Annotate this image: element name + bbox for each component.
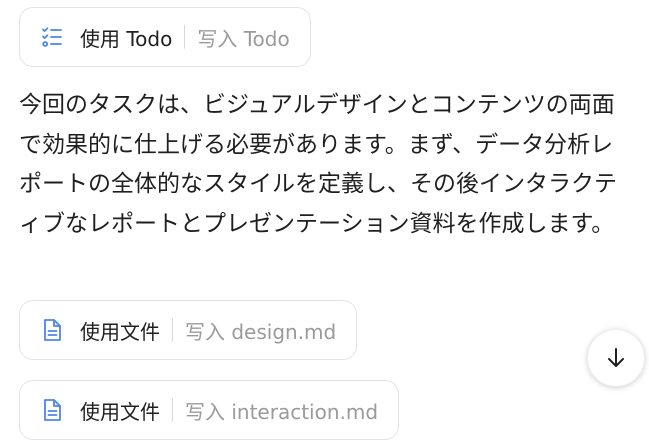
chip-divider xyxy=(184,25,186,49)
checklist-icon xyxy=(40,25,64,49)
chip-divider xyxy=(172,318,173,342)
arrow-down-icon xyxy=(608,348,624,367)
file-tool-chip-design[interactable]: 使用文件 写入 design.md xyxy=(19,300,358,360)
tool-label: 使用 Todo xyxy=(80,26,173,51)
target-label: 写入 Todo xyxy=(197,26,290,51)
scroll-to-bottom-button[interactable] xyxy=(587,329,645,387)
chip-divider xyxy=(172,398,173,422)
tool-label: 使用文件 xyxy=(80,319,160,344)
tool-label: 使用文件 xyxy=(80,399,160,424)
document-icon xyxy=(40,398,64,422)
target-label: 写入 design.md xyxy=(185,319,337,344)
todo-tool-chip[interactable]: 使用 Todo 写入 Todo xyxy=(19,7,311,67)
document-icon xyxy=(40,318,64,342)
file-tool-chip-interaction[interactable]: 使用文件 写入 interaction.md xyxy=(19,380,400,440)
assistant-message: 今回のタスクは、ビジュアルデザインとコンテンツの両面で効果的に仕上げる必要があり… xyxy=(19,92,617,237)
target-label: 写入 interaction.md xyxy=(185,399,379,424)
